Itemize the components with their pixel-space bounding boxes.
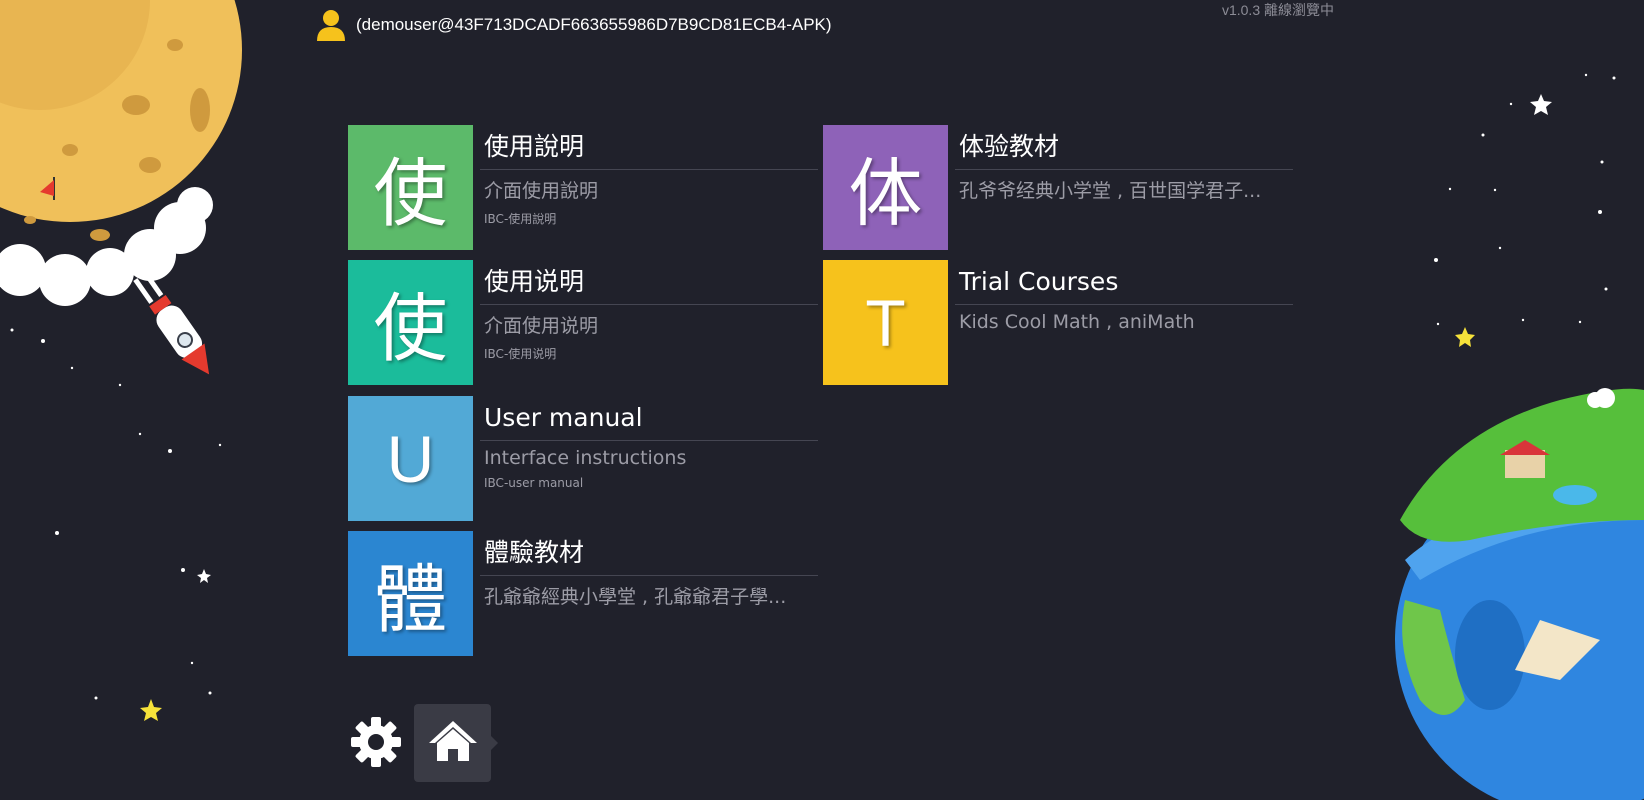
settings-button[interactable] (346, 714, 406, 774)
tile-glyph-icon: 體 (348, 531, 473, 656)
user-account-bar[interactable]: (demouser@43F713DCADF663655986D7B9CD81EC… (316, 8, 832, 42)
tile-title: 體驗教材 (480, 531, 818, 576)
star-yellow-left (140, 699, 162, 721)
star-yellow-right (1455, 327, 1475, 347)
tile-description: 孔爺爺經典小學堂 , 孔爺爺君子學... (484, 586, 787, 608)
tile-code: IBC-使用說明 (484, 212, 557, 226)
version-status-label: v1.0.3 離線瀏覽中 (1221, 2, 1334, 18)
gear-icon (350, 716, 402, 772)
tile-code: IBC-使用说明 (484, 347, 557, 361)
tile-user-guide-simplified[interactable]: 使 使用说明 介面使用说明 IBC-使用说明 (348, 260, 818, 386)
tile-glyph-icon: T (823, 260, 948, 385)
tile-trial-materials-traditional[interactable]: 體 體驗教材 孔爺爺經典小學堂 , 孔爺爺君子學... (348, 531, 818, 657)
tile-trial-courses[interactable]: T Trial Courses Kids Cool Math , aniMath (823, 260, 1293, 386)
tile-glyph-icon: 使 (348, 125, 473, 250)
active-indicator (491, 736, 498, 750)
space-background (0, 0, 1644, 800)
tile-title: User manual (480, 396, 818, 441)
tile-description: Kids Cool Math , aniMath (959, 311, 1195, 333)
planet-illustration (1395, 388, 1644, 800)
tile-description: 介面使用说明 (484, 315, 599, 337)
star-white-left (197, 569, 211, 583)
home-button[interactable] (414, 704, 498, 782)
tile-glyph-icon: U (348, 396, 473, 521)
tile-user-guide-traditional[interactable]: 使 使用說明 介面使用說明 IBC-使用說明 (348, 125, 818, 251)
tile-user-manual-english[interactable]: U User manual Interface instructions IBC… (348, 396, 818, 522)
user-icon (316, 9, 346, 41)
tile-title: 使用说明 (480, 260, 818, 305)
tile-glyph-icon: 体 (823, 125, 948, 250)
rocket-illustration (133, 271, 210, 375)
tile-description: 孔爷爷经典小学堂 , 百世国学君子... (959, 180, 1262, 202)
tile-trial-materials-simplified[interactable]: 体 体验教材 孔爷爷经典小学堂 , 百世国学君子... (823, 125, 1293, 251)
tile-code: IBC-user manual (484, 476, 584, 490)
user-account-label: (demouser@43F713DCADF663655986D7B9CD81EC… (356, 15, 832, 34)
tile-description: Interface instructions (484, 447, 687, 469)
tile-description: 介面使用說明 (484, 180, 599, 202)
star-white-right (1530, 94, 1552, 115)
tile-title: 使用說明 (480, 125, 818, 170)
tile-glyph-icon: 使 (348, 260, 473, 385)
moon-illustration (0, 0, 242, 306)
tile-title: 体验教材 (955, 125, 1293, 170)
home-icon (428, 719, 478, 767)
tile-title: Trial Courses (955, 260, 1293, 305)
